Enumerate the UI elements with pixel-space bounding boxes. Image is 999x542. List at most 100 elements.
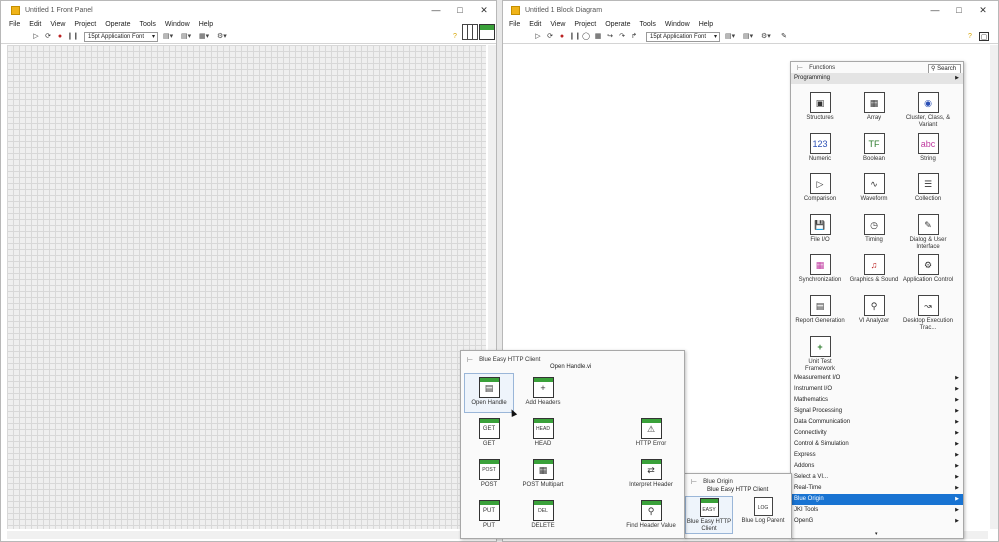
block-diagram-titlebar[interactable]: Untitled 1 Block Diagram — □ ✕ [503, 1, 998, 19]
step-into-icon[interactable]: ↪ [605, 32, 615, 41]
category-item[interactable]: Data Communication [791, 417, 963, 428]
font-selector[interactable]: 15pt Application Font [646, 31, 720, 42]
palette-item-post[interactable]: POST POST [463, 459, 515, 489]
step-over-icon[interactable]: ↷ [617, 32, 627, 41]
palette-item-waveform[interactable]: ∿ Waveform [848, 173, 900, 203]
palette-item-find-header[interactable]: ⚲ Find Header Value [625, 500, 677, 530]
palette-item-file-io[interactable]: 💾 File I/O [794, 214, 846, 244]
palette-item-head[interactable]: HEAD HEAD [517, 418, 569, 448]
connector-pane-icon[interactable] [462, 24, 478, 40]
palette-item-dialog[interactable]: ✎ Dialog & User Interface [902, 214, 954, 251]
palette-item-numeric[interactable]: 123 Numeric [794, 133, 846, 163]
highlight-execution-icon[interactable]: ◯ [581, 32, 591, 41]
distribute-objects-icon[interactable]: ▤▾ [181, 32, 195, 41]
palette-item-desktop-trace[interactable]: ↝ Desktop Execution Trac... [902, 295, 954, 332]
menu-view[interactable]: View [550, 21, 565, 28]
palette-item-interpret-header[interactable]: ⇄ Interpret Header [625, 459, 677, 489]
menu-operate[interactable]: Operate [605, 21, 630, 28]
palette-header[interactable]: ⊢ Blue Origin [685, 476, 791, 487]
menu-tools[interactable]: Tools [139, 21, 155, 28]
menu-view[interactable]: View [50, 21, 65, 28]
category-item[interactable]: Signal Processing [791, 406, 963, 417]
menu-edit[interactable]: Edit [29, 21, 41, 28]
palette-item-vi-analyzer[interactable]: ⚲ VI Analyzer [848, 295, 900, 325]
pin-icon[interactable]: ⊢ [797, 64, 803, 72]
front-panel-canvas[interactable] [7, 45, 486, 529]
pause-icon[interactable]: ❙❙ [569, 32, 581, 41]
category-item[interactable]: Select a VI... [791, 472, 963, 483]
pin-icon[interactable]: ⊢ [467, 356, 473, 364]
palette-item-timing[interactable]: ◷ Timing [848, 214, 900, 244]
category-item-selected[interactable]: Blue Origin [791, 494, 963, 505]
menu-help[interactable]: Help [199, 21, 213, 28]
palette-item-array[interactable]: ▦ Array [848, 92, 900, 122]
menu-window[interactable]: Window [165, 21, 190, 28]
menu-window[interactable]: Window [665, 21, 690, 28]
palette-item-report[interactable]: ▤ Report Generation [794, 295, 846, 325]
run-continuous-icon[interactable]: ⟳ [43, 32, 53, 41]
category-item[interactable]: Real-Time [791, 483, 963, 494]
close-icon[interactable]: ✕ [971, 1, 995, 19]
palette-item-boolean[interactable]: TF Boolean [848, 133, 900, 163]
minimize-icon[interactable]: — [424, 1, 448, 19]
category-item[interactable]: OpenG [791, 516, 963, 527]
scroll-down-icon[interactable]: ▾ [875, 531, 878, 537]
palette-item-structures[interactable]: ▣ Structures [794, 92, 846, 122]
reorder-icon[interactable]: ⚙▾ [761, 32, 775, 41]
help-icon[interactable]: ? [450, 32, 460, 41]
font-selector[interactable]: 15pt Application Font [84, 31, 158, 42]
pause-icon[interactable]: ❙❙ [67, 32, 79, 41]
palette-item-get[interactable]: GET GET [463, 418, 515, 448]
menu-file[interactable]: File [9, 21, 20, 28]
palette-item-put[interactable]: PUT PUT [463, 500, 515, 530]
pin-icon[interactable]: ⊢ [691, 478, 697, 486]
retain-wire-values-icon[interactable]: ▦ [593, 32, 603, 41]
align-objects-icon[interactable]: ▤▾ [163, 32, 177, 41]
vi-icon[interactable] [479, 24, 495, 40]
menu-file[interactable]: File [509, 21, 520, 28]
reorder-icon[interactable]: ⚙▾ [217, 32, 231, 41]
run-continuous-icon[interactable]: ⟳ [545, 32, 555, 41]
abort-icon[interactable]: ● [55, 32, 65, 41]
palette-item-cluster[interactable]: ◉ Cluster, Class, & Variant [902, 92, 954, 129]
menu-operate[interactable]: Operate [105, 21, 130, 28]
menu-project[interactable]: Project [74, 21, 96, 28]
palette-item-http-error[interactable]: ⚠ HTTP Error [625, 418, 677, 448]
menu-tools[interactable]: Tools [639, 21, 655, 28]
menu-project[interactable]: Project [574, 21, 596, 28]
palette-item-open-handle[interactable]: ▤ Open Handle [464, 373, 514, 413]
align-objects-icon[interactable]: ▤▾ [725, 32, 739, 41]
help-icon[interactable]: ? [965, 32, 975, 41]
palette-item-log-parent[interactable]: LOG Blue Log Parent [737, 497, 789, 525]
minimize-icon[interactable]: — [923, 1, 947, 19]
palette-item-app-control[interactable]: ⚙ Application Control [902, 254, 954, 284]
maximize-icon[interactable]: □ [448, 1, 472, 19]
palette-item-comparison[interactable]: ▷ Comparison [794, 173, 846, 203]
palette-item-add-headers[interactable]: + Add Headers [517, 377, 569, 407]
category-item[interactable]: Control & Simulation [791, 439, 963, 450]
category-item[interactable]: Mathematics [791, 395, 963, 406]
palette-item-synchronization[interactable]: ▦ Synchronization [794, 254, 846, 284]
category-item[interactable]: Addons [791, 461, 963, 472]
vi-icon[interactable]: ▢ [979, 32, 989, 41]
menu-edit[interactable]: Edit [529, 21, 541, 28]
palette-item-easy-http[interactable]: EASY Blue Easy HTTP Client [685, 496, 733, 534]
vertical-scrollbar[interactable] [990, 45, 998, 529]
palette-item-collection[interactable]: ☰ Collection [902, 173, 954, 203]
close-icon[interactable]: ✕ [472, 1, 496, 19]
run-arrow-icon[interactable]: ▷ [533, 32, 543, 41]
palette-item-graphics[interactable]: ♫ Graphics & Sound [848, 254, 900, 284]
category-item[interactable]: Express [791, 450, 963, 461]
cleanup-diagram-icon[interactable]: ✎ [779, 32, 789, 41]
menu-help[interactable]: Help [699, 21, 713, 28]
category-item[interactable]: Connectivity [791, 428, 963, 439]
distribute-objects-icon[interactable]: ▤▾ [743, 32, 757, 41]
step-out-icon[interactable]: ↱ [629, 32, 639, 41]
maximize-icon[interactable]: □ [947, 1, 971, 19]
palette-item-string[interactable]: abc String [902, 133, 954, 163]
category-item[interactable]: JKI Tools [791, 505, 963, 516]
category-item[interactable]: Measurement I/O [791, 373, 963, 384]
palette-item-post-multipart[interactable]: ▦ POST Multipart [517, 459, 569, 489]
palette-item-delete[interactable]: DEL DELETE [517, 500, 569, 530]
abort-icon[interactable]: ● [557, 32, 567, 41]
